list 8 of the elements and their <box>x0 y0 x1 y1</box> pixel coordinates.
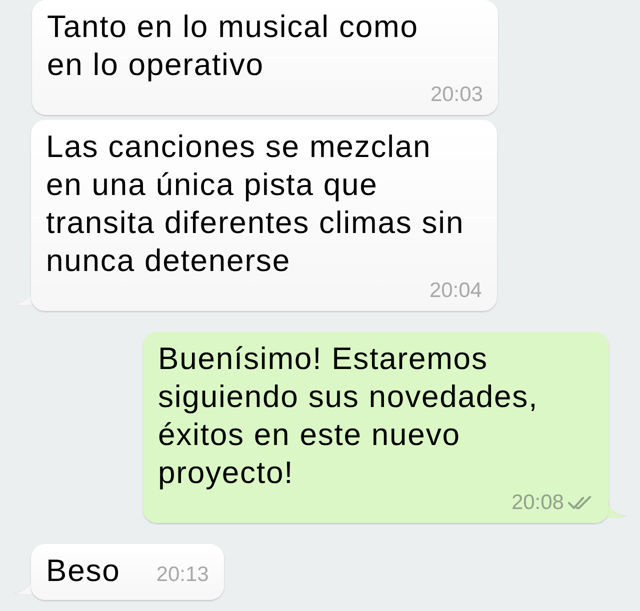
message-text: Beso <box>46 552 120 590</box>
message-time: 20:03 <box>430 84 483 105</box>
message-time: 20:13 <box>156 564 209 585</box>
message-text: Buenísimo! Estaremos siguiendo sus novedades, éxitos en este nuevo proyecto! <box>158 340 538 492</box>
message-text: Las canciones se mezclan en una única pista que transita diferentes climas sin nunca detenerse <box>46 128 464 280</box>
message-time: 20:08 <box>511 492 564 513</box>
message-text: Tanto en lo musical como en lo operativo <box>47 8 418 84</box>
message-time: 20:04 <box>429 280 482 301</box>
